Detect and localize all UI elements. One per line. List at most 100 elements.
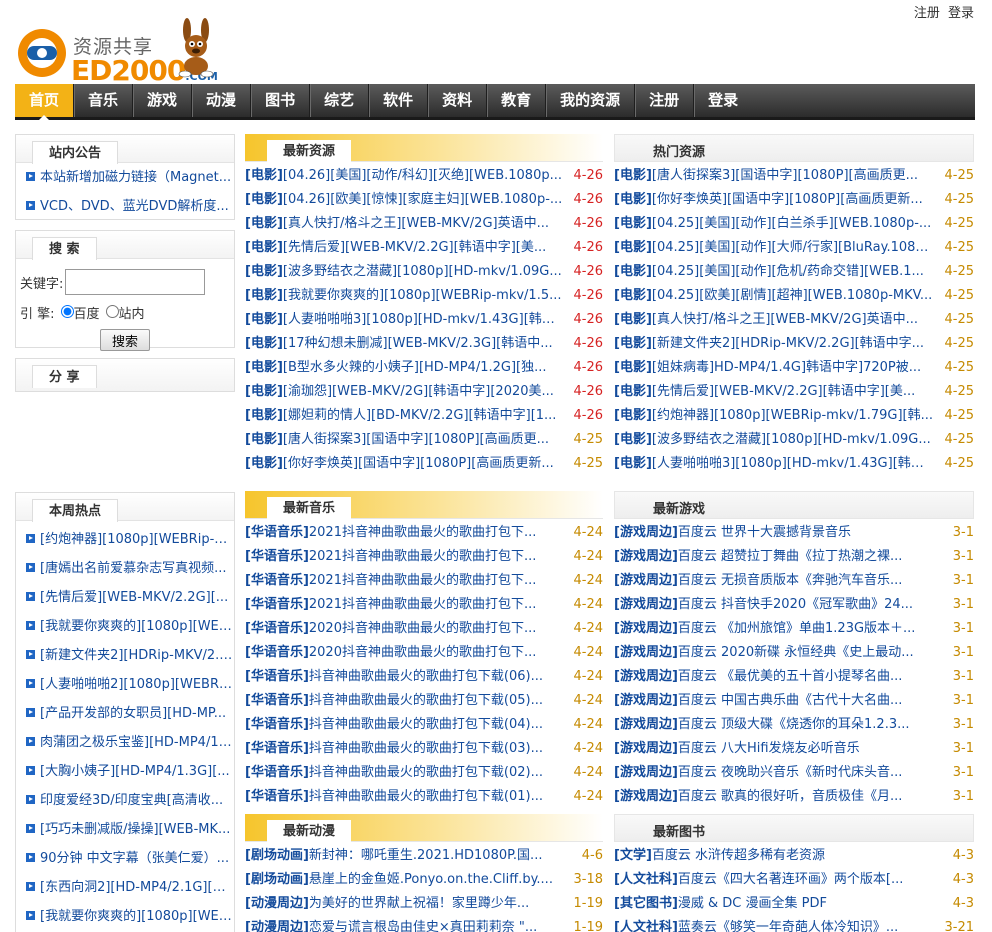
list-item[interactable]: [电影][人妻啪啪啪3][1080p][HD-mkv/1.43G][韩语... 4… — [245, 308, 603, 332]
list-item[interactable]: [华语音乐]2020抖音神曲歌曲最火的歌曲打包下... 4-24 — [245, 641, 603, 665]
weekly-hot-item[interactable]: [人妻啪啪啪2][1080p][WEBRip... — [26, 670, 234, 699]
item-title-link[interactable]: [游戏周边]百度云 超赞拉丁舞曲《拉丁热潮之裸... — [614, 545, 942, 569]
item-title-link[interactable]: [电影][人妻啪啪啪3][1080p][HD-mkv/1.43G][韩语... — [614, 452, 942, 476]
list-item[interactable]: [电影][B型水多火辣的小姨子][HD-MP4/1.2G][独... 4-26 — [245, 356, 603, 380]
item-title-link[interactable]: [其它图书]漫威 & DC 漫画全集 PDF — [614, 892, 942, 916]
item-title-link[interactable]: [游戏周边]百度云 抖音快手2020《冠军歌曲》24... — [614, 593, 942, 617]
engine-baidu-radio[interactable] — [60, 304, 74, 318]
list-item[interactable]: [华语音乐]抖音神曲歌曲最火的歌曲打包下载(04)... 4-24 — [245, 713, 603, 737]
item-category[interactable]: [电影] — [245, 264, 283, 279]
item-text[interactable]: [唐人街探案3][国语中字][1080P][高画质更... — [283, 432, 549, 447]
item-category[interactable]: [电影] — [614, 360, 652, 375]
list-item[interactable]: [游戏周边]百度云 八大Hifi发烧友必听音乐 3-1 — [614, 737, 974, 761]
list-item[interactable]: [电影][04.25][美国][动作][白兰杀手][WEB.1080p-... 4… — [614, 212, 974, 236]
item-text[interactable]: 抖音神曲歌曲最火的歌曲打包下载(03)... — [309, 741, 543, 756]
item-category[interactable]: [人文社科] — [614, 872, 678, 887]
list-item[interactable]: [电影][我就要你爽爽的][1080p][WEBRip-mkv/1.5... 4-… — [245, 284, 603, 308]
item-text[interactable]: 百度云 超赞拉丁舞曲《拉丁热潮之裸... — [678, 549, 903, 564]
item-category[interactable]: [华语音乐] — [245, 549, 309, 564]
item-text[interactable]: [04.26][欧美][惊悚][家庭主妇][WEB.1080p-... — [283, 192, 562, 207]
item-title-link[interactable]: [电影][我就要你爽爽的][1080p][WEBRip-mkv/1.5... — [245, 284, 571, 308]
item-text[interactable]: 百度云 中国古典乐曲《古代十大名曲... — [678, 693, 903, 708]
list-item[interactable]: [电影][04.25][欧美][剧情][超神][WEB.1080p-MKV...… — [614, 284, 974, 308]
item-title-link[interactable]: [华语音乐]2020抖音神曲歌曲最火的歌曲打包下... — [245, 641, 571, 665]
item-category[interactable]: [游戏周边] — [614, 765, 678, 780]
list-item[interactable]: [电影][你好李焕英][国语中字][1080P][高画质更新... 4-25 — [614, 188, 974, 212]
list-item[interactable]: [华语音乐]抖音神曲歌曲最火的歌曲打包下载(03)... 4-24 — [245, 737, 603, 761]
item-text[interactable]: [新建文件夹2][HDRip-MKV/2.2G][韩语中字... — [652, 336, 924, 351]
item-title-link[interactable]: [游戏周边]百度云 2020新碟 永恒经典《史上最动... — [614, 641, 942, 665]
weekly-hot-item[interactable]: 印度爱经3D/印度宝典[高清收... — [26, 786, 234, 815]
item-category[interactable]: [电影] — [245, 456, 283, 471]
list-item[interactable]: [游戏周边]百度云 夜晚助兴音乐《新时代床头音... 3-1 — [614, 761, 974, 785]
list-item[interactable]: [电影][17种幻想未删减][WEB-MKV/2.3G][韩语中... 4-26 — [245, 332, 603, 356]
item-category[interactable]: [游戏周边] — [614, 693, 678, 708]
list-item[interactable]: [游戏周边]百度云 世界十大震撼背景音乐 3-1 — [614, 521, 974, 545]
list-item[interactable]: [电影][你好李焕英][国语中字][1080P][高画质更新... 4-25 — [245, 452, 603, 476]
engine-baidu-option[interactable]: 百度 — [60, 303, 100, 322]
item-text[interactable]: [渝珈怨][WEB-MKV/2G][韩语中字][2020美... — [283, 384, 554, 399]
item-category[interactable]: [人文社科] — [614, 920, 678, 932]
item-category[interactable]: [游戏周边] — [614, 669, 678, 684]
item-category[interactable]: [其它图书] — [614, 896, 678, 911]
item-title-link[interactable]: [游戏周边]百度云 中国古典乐曲《古代十大名曲... — [614, 689, 942, 713]
weekly-hot-item-text[interactable]: [先情后爱][WEB-MKV/2.2G][... — [40, 590, 228, 605]
list-item[interactable]: [电影][姐妹病毒]HD-MP4/1.4G]韩语中字]720P被... 4-25 — [614, 356, 974, 380]
list-item[interactable]: [游戏周边]百度云 2020新碟 永恒经典《史上最动... 3-1 — [614, 641, 974, 665]
weekly-hot-item-text[interactable]: [大胸小姨子][HD-MP4/1.3G][... — [40, 764, 230, 779]
item-text[interactable]: [04.25][美国][动作][危机/药命交错][WEB.1... — [652, 264, 924, 279]
top-register-link[interactable]: 注册 — [914, 6, 940, 21]
weekly-hot-item-text[interactable]: [唐嫣出名前爱慕杂志写真视频... — [40, 561, 226, 576]
item-title-link[interactable]: [电影][唐人街探案3][国语中字][1080P][高画质更... — [614, 164, 942, 188]
item-category[interactable]: [电影] — [614, 384, 652, 399]
list-item[interactable]: [游戏周边]百度云 无损音质版本《奔驰汽车音乐... 3-1 — [614, 569, 974, 593]
list-item[interactable]: [其它图书]漫威 & DC 漫画全集 PDF 4-3 — [614, 892, 974, 916]
item-category[interactable]: [电影] — [614, 432, 652, 447]
engine-site-radio[interactable] — [105, 304, 119, 318]
item-category[interactable]: [电影] — [614, 408, 652, 423]
item-category[interactable]: [电影] — [614, 264, 652, 279]
item-text[interactable]: [波多野结衣之潜藏][1080p][HD-mkv/1.09G... — [652, 432, 931, 447]
item-title-link[interactable]: [电影][波多野结衣之潜藏][1080p][HD-mkv/1.09G... — [245, 260, 571, 284]
list-item[interactable]: [华语音乐]2021抖音神曲歌曲最火的歌曲打包下... 4-24 — [245, 593, 603, 617]
item-title-link[interactable]: [华语音乐]抖音神曲歌曲最火的歌曲打包下载(05)... — [245, 689, 571, 713]
item-category[interactable]: [游戏周边] — [614, 525, 678, 540]
item-category[interactable]: [电影] — [245, 312, 283, 327]
item-text[interactable]: 百度云 无损音质版本《奔驰汽车音乐... — [678, 573, 903, 588]
item-title-link[interactable]: [电影][04.26][美国][动作/科幻][灭绝][WEB.1080p... — [245, 164, 571, 188]
nav-home[interactable]: 首页 — [15, 84, 74, 121]
item-category[interactable]: [华语音乐] — [245, 573, 309, 588]
item-title-link[interactable]: [华语音乐]抖音神曲歌曲最火的歌曲打包下载(02)... — [245, 761, 571, 785]
item-title-link[interactable]: [电影][B型水多火辣的小姨子][HD-MP4/1.2G][独... — [245, 356, 571, 380]
nav-music[interactable]: 音乐 — [73, 84, 132, 117]
item-category[interactable]: [电影] — [614, 312, 652, 327]
item-category[interactable]: [电影] — [614, 216, 652, 231]
item-title-link[interactable]: [人文社科]蓝奏云《够笑一年奇葩人体冷知识》... — [614, 916, 942, 932]
list-item[interactable]: [电影][唐人街探案3][国语中字][1080P][高画质更... 4-25 — [614, 164, 974, 188]
item-text[interactable]: 百度云 水浒传超多稀有老资源 — [652, 848, 825, 863]
list-item[interactable]: [电影][04.25][美国][动作][危机/药命交错][WEB.1... 4-2… — [614, 260, 974, 284]
item-category[interactable]: [剧场动画] — [245, 848, 309, 863]
item-category[interactable]: [电影] — [245, 432, 283, 447]
item-title-link[interactable]: [电影][04.26][欧美][惊悚][家庭主妇][WEB.1080p-... — [245, 188, 571, 212]
item-text[interactable]: [你好李焕英][国语中字][1080P][高画质更新... — [283, 456, 554, 471]
item-title-link[interactable]: [电影][先情后爱][WEB-MKV/2.2G][韩语中字][美... — [614, 380, 942, 404]
nav-materials[interactable]: 资料 — [427, 84, 486, 117]
list-item[interactable]: [电影][唐人街探案3][国语中字][1080P][高画质更... 4-25 — [245, 428, 603, 452]
nav-anime[interactable]: 动漫 — [191, 84, 250, 117]
item-title-link[interactable]: [游戏周边]百度云 《最优美的五十首小提琴名曲... — [614, 665, 942, 689]
item-text[interactable]: [真人快打/格斗之王][WEB-MKV/2G]英语中... — [652, 312, 918, 327]
weekly-hot-item-text[interactable]: 90分钟 中文字幕（张美仁爱）... — [40, 851, 229, 866]
list-item[interactable]: [电影][真人快打/格斗之王][WEB-MKV/2G]英语中... 4-26 — [245, 212, 603, 236]
list-item[interactable]: [华语音乐]2021抖音神曲歌曲最火的歌曲打包下... 4-24 — [245, 569, 603, 593]
item-category[interactable]: [电影] — [245, 336, 283, 351]
item-category[interactable]: [电影] — [614, 168, 652, 183]
item-text[interactable]: 百度云 2020新碟 永恒经典《史上最动... — [678, 645, 914, 660]
item-category[interactable]: [电影] — [614, 192, 652, 207]
list-item[interactable]: [电影][真人快打/格斗之王][WEB-MKV/2G]英语中... 4-25 — [614, 308, 974, 332]
item-text[interactable]: 百度云 歌真的很好听，音质极佳《月... — [678, 789, 903, 804]
item-title-link[interactable]: [游戏周边]百度云 无损音质版本《奔驰汽车音乐... — [614, 569, 942, 593]
weekly-hot-item-text[interactable]: [人妻啪啪啪2][1080p][WEBRip... — [40, 677, 234, 692]
weekly-hot-item-text[interactable]: 肉蒲团之极乐宝鉴][HD-MP4/1.... — [40, 735, 234, 750]
list-item[interactable]: [游戏周边]百度云 歌真的很好听，音质极佳《月... 3-1 — [614, 785, 974, 809]
